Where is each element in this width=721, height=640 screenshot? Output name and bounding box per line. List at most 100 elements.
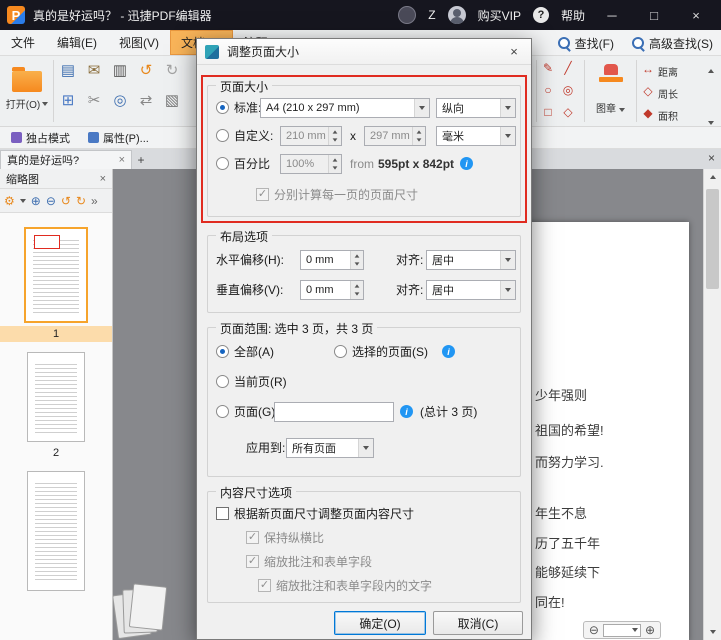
page-thumbnail-3[interactable]	[27, 471, 85, 591]
spinner-arrows-icon[interactable]	[328, 155, 341, 173]
orientation-select[interactable]: 纵向	[436, 98, 516, 118]
stamp-icon[interactable]	[598, 64, 624, 84]
help-button[interactable]: 帮助	[561, 7, 585, 24]
custom-width-spinner[interactable]: 210 mm	[280, 126, 342, 146]
insert-page-icon[interactable]: ⊞	[58, 92, 78, 110]
percent-radio[interactable]	[216, 157, 229, 170]
chevron-down-icon[interactable]	[414, 99, 429, 117]
scale-fields-checkbox[interactable]: ✓	[246, 555, 259, 568]
minimize-button[interactable]: ─	[597, 0, 627, 30]
chevron-down-icon[interactable]	[500, 127, 515, 145]
resize-content-checkbox[interactable]	[216, 507, 229, 520]
page-thumbnail-1[interactable]	[24, 227, 88, 323]
h-offset-spinner[interactable]: 0 mm	[300, 250, 364, 270]
zoom-in-icon[interactable]: ⊕	[645, 623, 655, 637]
select-icon[interactable]: ◎	[110, 92, 130, 110]
scale-text-checkbox[interactable]: ✓	[258, 579, 271, 592]
measure-perimeter[interactable]: 周长	[658, 86, 678, 101]
v-align-select[interactable]: 居中	[426, 280, 516, 300]
tab-close-icon[interactable]: ×	[119, 154, 125, 166]
account-avatar[interactable]	[448, 6, 466, 24]
chevron-down-icon[interactable]	[500, 99, 515, 117]
theme-icon[interactable]	[398, 6, 416, 24]
spinner-arrows-icon[interactable]	[328, 127, 341, 145]
close-button[interactable]: ×	[681, 0, 711, 30]
chevron-down-icon[interactable]	[500, 281, 515, 299]
open-button[interactable]: 打开(O)	[4, 59, 50, 123]
dialog-title-bar[interactable]: 调整页面大小 ×	[197, 39, 531, 65]
measure-area[interactable]: 面积	[658, 108, 678, 123]
chevron-down-icon[interactable]	[358, 439, 373, 457]
scroll-up-icon[interactable]	[704, 169, 721, 185]
page-thumbnail-2[interactable]	[27, 352, 85, 442]
new-tab-button[interactable]: +	[132, 150, 150, 169]
h-align-select[interactable]: 居中	[426, 250, 516, 270]
apply-to-select[interactable]: 所有页面	[286, 438, 374, 458]
advanced-find-button[interactable]: 高级查找(S)	[628, 33, 717, 54]
exclusive-mode-button[interactable]: 独占模式	[6, 128, 75, 148]
stamp-label[interactable]: 图章	[596, 100, 625, 115]
standard-size-select[interactable]: A4 (210 x 297 mm)	[260, 98, 430, 118]
more-tools-icon[interactable]: »	[91, 194, 98, 208]
save-icon[interactable]: ▤	[58, 62, 78, 80]
document-scrollbar[interactable]	[703, 169, 721, 640]
spinner-arrows-icon[interactable]	[350, 251, 363, 269]
properties-button[interactable]: 属性(P)...	[83, 128, 154, 148]
page-number-2[interactable]: 2	[0, 445, 112, 461]
zoom-level-select[interactable]	[603, 624, 641, 637]
info-icon[interactable]: i	[460, 157, 473, 170]
selected-pages-radio[interactable]	[334, 345, 347, 358]
current-page-radio[interactable]	[216, 375, 229, 388]
user-initial[interactable]: Z	[428, 8, 435, 22]
dialog-close-icon[interactable]: ×	[497, 39, 531, 64]
per-page-checkbox[interactable]: ✓	[256, 188, 269, 201]
circle-tool-icon[interactable]: ○	[540, 83, 556, 97]
print-icon[interactable]: ▥	[110, 62, 130, 80]
ellipse-tool-icon[interactable]: ◎	[560, 83, 576, 97]
zoom-out-icon[interactable]: ⊖	[589, 623, 599, 637]
spinner-arrows-icon[interactable]	[412, 127, 425, 145]
undo-icon[interactable]: ↺	[136, 62, 156, 80]
close-document-icon[interactable]: ×	[708, 151, 715, 165]
rotate-left-icon[interactable]: ↺	[61, 194, 71, 208]
measure-distance[interactable]: 距离	[658, 64, 678, 79]
chevron-down-icon[interactable]	[500, 251, 515, 269]
buy-vip-button[interactable]: 购买VIP	[478, 7, 521, 24]
line-tool-icon[interactable]: ╱	[560, 61, 576, 75]
page-number-1[interactable]: 1	[0, 326, 112, 342]
menu-view[interactable]: 视图(V)	[108, 30, 170, 55]
info-icon[interactable]: i	[442, 345, 455, 358]
thumbnail-panel-close-icon[interactable]: ×	[100, 173, 106, 185]
find-button[interactable]: 查找(F)	[554, 33, 618, 54]
thumbnail-settings-icon[interactable]: ⚙	[4, 194, 15, 208]
unit-select[interactable]: 毫米	[436, 126, 516, 146]
pattern-icon[interactable]: ▧	[162, 92, 182, 110]
redo-icon[interactable]: ↻	[162, 62, 182, 80]
document-tab[interactable]: 真的是好运吗? ×	[0, 150, 132, 169]
custom-height-spinner[interactable]: 297 mm	[364, 126, 426, 146]
all-pages-radio[interactable]	[216, 345, 229, 358]
rect-tool-icon[interactable]: □	[540, 105, 556, 119]
keep-ratio-checkbox[interactable]: ✓	[246, 531, 259, 544]
spinner-arrows-icon[interactable]	[350, 281, 363, 299]
cut-icon[interactable]: ✂	[84, 92, 104, 110]
rotate-right-icon[interactable]: ↻	[76, 194, 86, 208]
ok-button[interactable]: 确定(O)	[334, 611, 426, 635]
cancel-button[interactable]: 取消(C)	[433, 611, 523, 635]
menu-edit[interactable]: 编辑(E)	[46, 30, 108, 55]
maximize-button[interactable]: □	[639, 0, 669, 30]
zoom-out-icon[interactable]: ⊖	[46, 194, 56, 208]
page-list-radio[interactable]	[216, 405, 229, 418]
page-range-input[interactable]	[274, 402, 394, 422]
standard-radio[interactable]	[216, 101, 229, 114]
info-icon[interactable]: i	[400, 405, 413, 418]
pencil-icon[interactable]: ✎	[540, 61, 556, 75]
scroll-down-icon[interactable]	[704, 624, 721, 640]
scrollbar-thumb[interactable]	[706, 189, 719, 289]
help-icon[interactable]: ?	[533, 7, 549, 23]
zoom-in-icon[interactable]: ⊕	[31, 194, 41, 208]
menu-file[interactable]: 文件	[0, 30, 46, 55]
polygon-tool-icon[interactable]: ◇	[560, 105, 576, 119]
v-offset-spinner[interactable]: 0 mm	[300, 280, 364, 300]
ribbon-scroll-up[interactable]	[708, 60, 714, 78]
